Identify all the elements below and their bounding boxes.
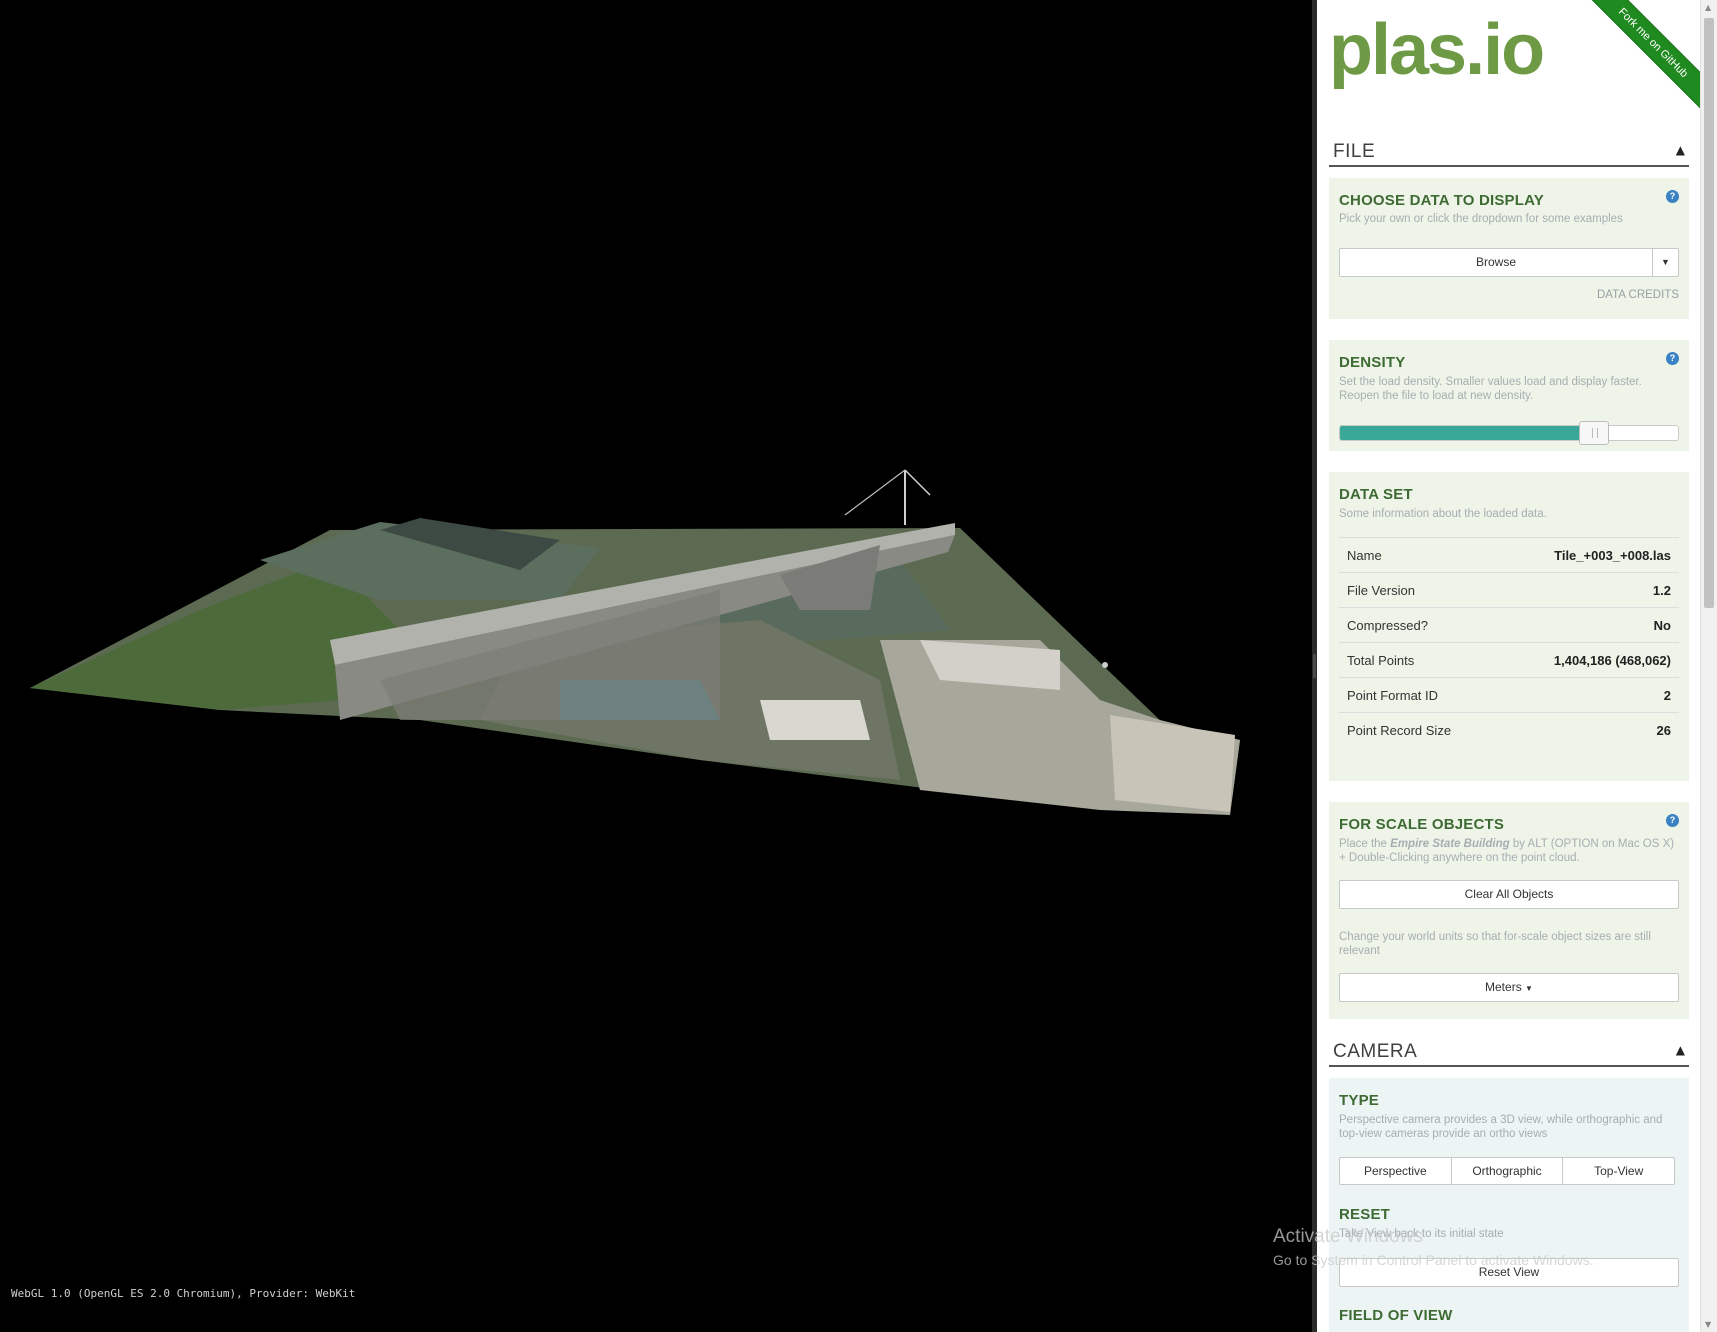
fork-on-github-ribbon[interactable]: Fork me on GitHub: [1586, 0, 1700, 120]
property-value: 1,404,186 (468,062): [1553, 653, 1671, 668]
file-section-header[interactable]: FILE ▲: [1329, 141, 1689, 167]
caret-down-icon: ▼: [1661, 257, 1670, 267]
property-name: File Version: [1347, 583, 1415, 598]
collapse-chevron-icon[interactable]: ▲: [1676, 143, 1685, 157]
units-label: Meters: [1485, 980, 1522, 994]
density-card: DENSITY ? Set the load density. Smaller …: [1329, 340, 1689, 451]
point-cloud-render: [30, 469, 1240, 815]
scale-objects-card: FOR SCALE OBJECTS ? Place the Empire Sta…: [1329, 802, 1689, 1019]
property-name: Point Format ID: [1347, 688, 1439, 703]
scale-objects-title: FOR SCALE OBJECTS: [1339, 816, 1505, 833]
data-credits-link[interactable]: DATA CREDITS: [1597, 289, 1679, 301]
scale-objects-desc: Place the Empire State Building by ALT (…: [1339, 837, 1679, 865]
webgl-info-text: WebGL 1.0 (OpenGL ES 2.0 Chromium), Prov…: [11, 1287, 356, 1300]
dataset-properties-table: Name Tile_+003_+008.las File Version 1.2 C…: [1339, 537, 1679, 747]
watermark-line-1: Activate Windows: [1273, 1226, 1423, 1247]
choose-data-title: CHOOSE DATA TO DISPLAY: [1339, 192, 1544, 209]
density-slider-handle[interactable]: [1578, 421, 1609, 445]
control-panel: plas.io Fork me on GitHub FILE ▲ CHOOSE …: [1317, 0, 1700, 1332]
property-name: Point Record Size: [1347, 723, 1452, 738]
watermark-line-2: Go to System in Control Panel to activat…: [1273, 1252, 1594, 1268]
empire-state-label: Empire State Building: [1390, 838, 1510, 850]
table-row: Point Record Size 26: [1339, 713, 1679, 747]
scroll-up-arrow-icon[interactable]: ▲: [1705, 3, 1711, 12]
property-value: 2: [1663, 688, 1671, 703]
property-name: Name: [1347, 548, 1382, 563]
camera-type-toggle: Perspective Orthographic Top-View: [1339, 1157, 1675, 1185]
choose-data-card: CHOOSE DATA TO DISPLAY ? Pick your own o…: [1329, 178, 1689, 319]
property-value: Tile_+003_+008.las: [1554, 548, 1671, 563]
collapse-chevron-icon[interactable]: ▲: [1676, 1043, 1685, 1057]
help-icon[interactable]: ?: [1666, 190, 1679, 203]
divider-handle[interactable]: [1313, 654, 1316, 678]
dataset-desc: Some information about the loaded data.: [1339, 508, 1547, 520]
camera-section-header[interactable]: CAMERA ▲: [1329, 1041, 1689, 1067]
camera-orthographic-button[interactable]: Orthographic: [1452, 1158, 1564, 1184]
clear-all-objects-button[interactable]: Clear All Objects: [1339, 880, 1679, 909]
examples-dropdown-button[interactable]: ▼: [1652, 248, 1679, 277]
app-logo[interactable]: plas.io: [1329, 14, 1545, 86]
dataset-card: DATA SET Some information about the load…: [1329, 472, 1689, 781]
file-section-title: FILE: [1333, 141, 1376, 162]
property-value: 1.2: [1652, 583, 1671, 598]
units-desc: Change your world units so that for-scal…: [1339, 931, 1651, 957]
scroll-down-arrow-icon[interactable]: ▼: [1705, 1320, 1711, 1329]
desc-text: Place the: [1339, 838, 1391, 850]
density-slider-fill: [1340, 426, 1594, 440]
camera-type-desc: Perspective camera provides a 3D view, w…: [1339, 1114, 1663, 1140]
camera-type-title: TYPE: [1339, 1092, 1379, 1109]
density-desc: Set the load density. Smaller values loa…: [1339, 376, 1642, 402]
camera-perspective-button[interactable]: Perspective: [1340, 1158, 1452, 1184]
property-value: No: [1653, 618, 1671, 633]
github-ribbon-wrap: Fork me on GitHub: [1586, 0, 1700, 120]
browse-button[interactable]: Browse: [1339, 248, 1653, 277]
table-row: File Version 1.2: [1339, 573, 1679, 608]
table-row: Total Points 1,404,186 (468,062): [1339, 643, 1679, 678]
table-row: Compressed? No: [1339, 608, 1679, 643]
help-icon[interactable]: ?: [1666, 352, 1679, 365]
camera-card: TYPE Perspective camera provides a 3D vi…: [1329, 1078, 1689, 1332]
choose-data-desc: Pick your own or click the dropdown for …: [1339, 213, 1623, 225]
units-dropdown-button[interactable]: Meters ▼: [1339, 973, 1679, 1002]
table-row: Name Tile_+003_+008.las: [1339, 538, 1679, 573]
density-slider[interactable]: [1339, 421, 1679, 445]
table-row: Point Format ID 2: [1339, 678, 1679, 713]
property-name: Total Points: [1347, 653, 1415, 668]
property-value: 26: [1656, 723, 1671, 738]
help-icon[interactable]: ?: [1666, 814, 1679, 827]
activate-windows-watermark: Activate Windows Go to System in Control…: [1273, 1226, 1594, 1268]
camera-top-view-button[interactable]: Top-View: [1563, 1158, 1674, 1184]
reset-title: RESET: [1339, 1206, 1391, 1223]
scrollbar-thumb[interactable]: [1704, 18, 1714, 608]
caret-down-icon: ▼: [1525, 984, 1533, 993]
dataset-title: DATA SET: [1339, 486, 1413, 503]
property-name: Compressed?: [1347, 618, 1428, 633]
panel-scrollbar[interactable]: ▲ ▼: [1700, 0, 1717, 1332]
camera-section-title: CAMERA: [1333, 1041, 1418, 1062]
point-cloud-viewport[interactable]: WebGL 1.0 (OpenGL ES 2.0 Chromium), Prov…: [0, 0, 1312, 1332]
density-title: DENSITY: [1339, 354, 1406, 371]
field-of-view-title: FIELD OF VIEW: [1339, 1307, 1453, 1324]
